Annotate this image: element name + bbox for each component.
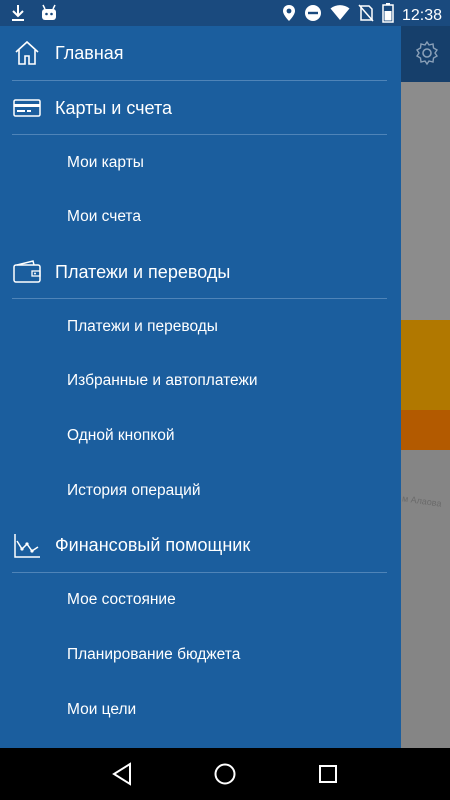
drawer-item-8[interactable]: История операций bbox=[0, 464, 401, 519]
do-not-disturb-icon bbox=[304, 4, 322, 27]
wallet-icon bbox=[12, 258, 42, 286]
drawer-item-label: Мое состояние bbox=[67, 591, 176, 609]
background-orange-card-2 bbox=[400, 410, 450, 450]
drawer-section-9[interactable]: Финансовый помощник bbox=[0, 518, 401, 573]
drawer-item-label: История операций bbox=[67, 481, 201, 499]
back-icon[interactable] bbox=[102, 754, 142, 794]
drawer-item-label: Платежи и переводы bbox=[55, 261, 231, 282]
drawer-item-12[interactable]: Мои цели bbox=[0, 682, 401, 737]
battery-icon bbox=[382, 3, 394, 28]
drawer-section-0[interactable]: Главная bbox=[0, 26, 401, 81]
drawer-item-11[interactable]: Планирование бюджета bbox=[0, 628, 401, 683]
drawer-item-label: Платежи и переводы bbox=[67, 317, 218, 335]
drawer-item-10[interactable]: Мое состояние bbox=[0, 573, 401, 628]
no-sim-icon bbox=[358, 4, 374, 27]
map-street-label: м Алаова bbox=[401, 493, 443, 509]
home-icon bbox=[12, 39, 42, 67]
drawer-item-label: Избранные и автоплатежи bbox=[67, 372, 258, 390]
navigation-drawer: Главная Карты и счета Мои карты Мои счета Пл… bbox=[0, 26, 401, 748]
status-time: 12:38 bbox=[401, 6, 442, 24]
recents-icon[interactable] bbox=[308, 754, 348, 794]
background-orange-card bbox=[400, 320, 450, 410]
drawer-item-label: Одной кнопкой bbox=[67, 427, 175, 445]
drawer-item-label: Карты и счета bbox=[55, 97, 172, 118]
drawer-section-4[interactable]: Платежи и переводы bbox=[0, 245, 401, 300]
drawer-item-6[interactable]: Избранные и автоплатежи bbox=[0, 354, 401, 409]
drawer-item-3[interactable]: Мои счета bbox=[0, 190, 401, 245]
wifi-icon bbox=[330, 5, 350, 26]
location-icon bbox=[282, 4, 296, 27]
gear-icon[interactable] bbox=[414, 40, 440, 71]
drawer-item-5[interactable]: Платежи и переводы bbox=[0, 299, 401, 354]
drawer-item-label: Планирование бюджета bbox=[67, 645, 241, 663]
chart-icon bbox=[12, 532, 42, 560]
download-icon bbox=[10, 4, 26, 27]
drawer-section-1[interactable]: Карты и счета bbox=[0, 81, 401, 136]
drawer-item-7[interactable]: Одной кнопкой bbox=[0, 409, 401, 464]
drawer-item-label: Мои карты bbox=[67, 153, 144, 171]
system-nav-bar bbox=[0, 748, 450, 800]
drawer-item-label: Мои цели bbox=[67, 700, 137, 718]
status-bar: 12:38 bbox=[0, 0, 450, 26]
card-icon bbox=[12, 94, 42, 122]
drawer-item-label: Мои счета bbox=[67, 208, 141, 226]
drawer-item-label: Главная bbox=[55, 42, 124, 63]
drawer-item-label: Финансовый помощник bbox=[55, 535, 251, 556]
android-icon bbox=[40, 4, 58, 27]
home-circle-icon[interactable] bbox=[205, 754, 245, 794]
drawer-item-2[interactable]: Мои карты bbox=[0, 135, 401, 190]
background-map: м Алаова bbox=[400, 450, 450, 748]
